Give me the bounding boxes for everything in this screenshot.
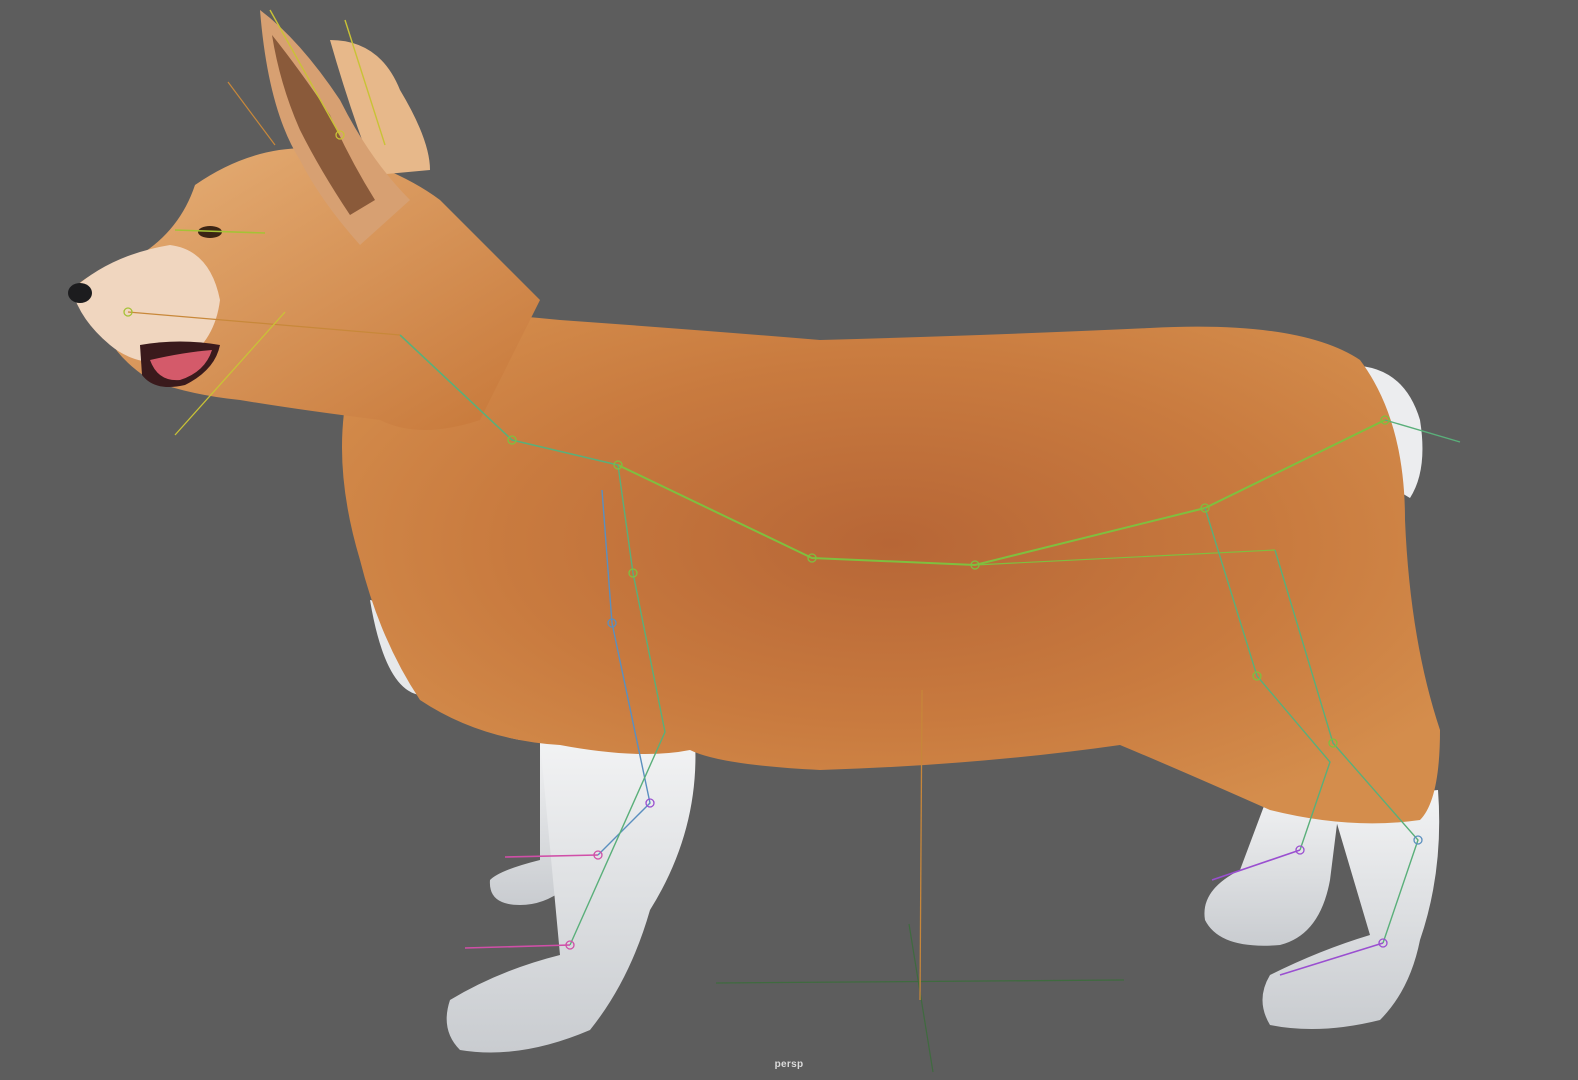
- 3d-viewport[interactable]: persp: [0, 0, 1578, 1080]
- skeleton-head-top: [227, 81, 276, 146]
- grid-axis-depth: [908, 923, 934, 1073]
- camera-label: persp: [774, 1059, 804, 1070]
- skeleton-front-toe-near: [464, 944, 571, 949]
- body-fur: [342, 315, 1440, 824]
- viewport-scene[interactable]: [0, 0, 1578, 1080]
- nose: [68, 283, 92, 303]
- front-leg-near: [446, 740, 696, 1053]
